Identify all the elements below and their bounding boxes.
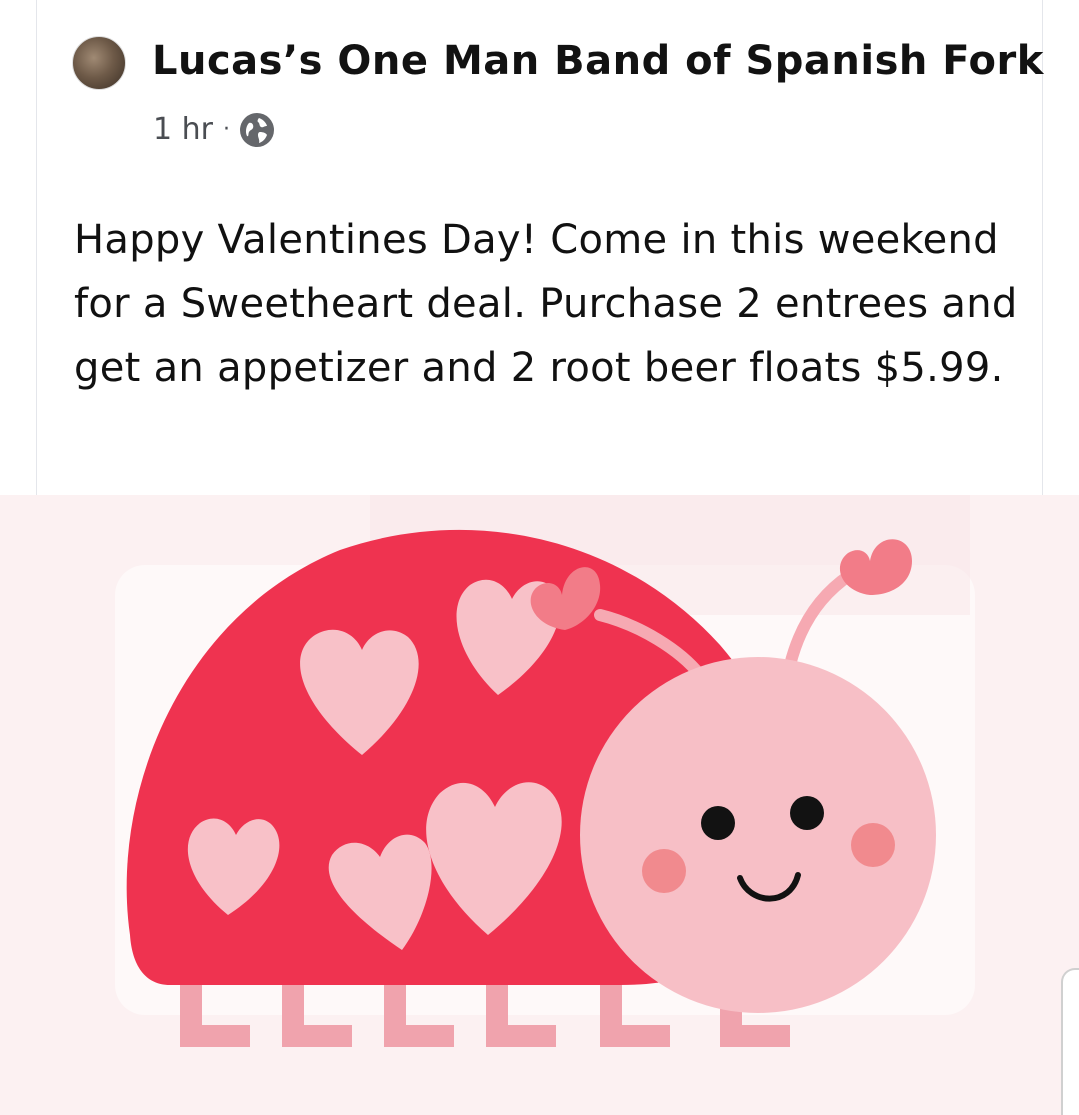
post-image[interactable] [0,495,1079,1115]
author-name[interactable]: Lucas’s One Man Band of Spanish Fork [152,38,1044,84]
author-avatar[interactable] [72,36,126,90]
left-eye [701,806,735,840]
meta-separator: · [222,117,230,142]
left-cheek [642,849,686,893]
post-timestamp[interactable]: 1 hr [153,112,213,147]
scroll-edge [1061,968,1079,1115]
ladybug-illustration [115,495,975,1047]
globe-icon[interactable] [239,112,274,147]
right-eye [790,796,824,830]
post-body-text: Happy Valentines Day! Come in this weeke… [74,217,1018,391]
post-meta: 1 hr · [153,112,274,147]
right-cheek [851,823,895,867]
